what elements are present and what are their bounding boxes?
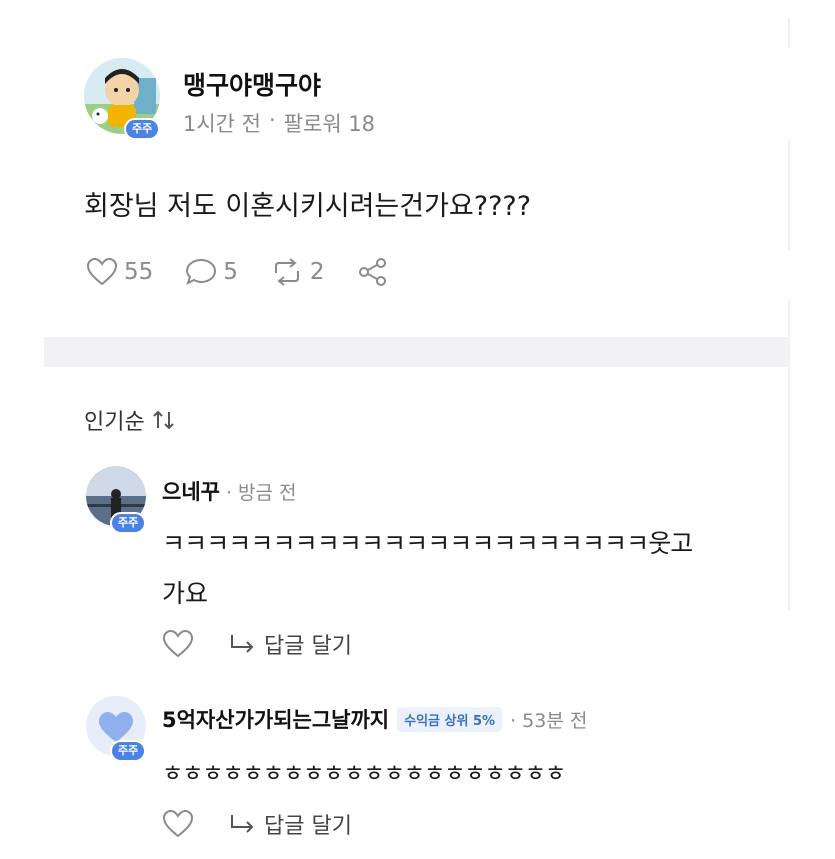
heart-icon[interactable]	[162, 809, 194, 839]
comment-header: 으네꾸 · 방금 전	[162, 476, 297, 506]
comment-time: · 방금 전	[225, 482, 297, 504]
post-text: 회장님 저도 이혼시키시려는건가요????	[84, 191, 532, 222]
comment-text-line: 가요	[162, 579, 209, 608]
post-meta: 1시간 전 · 팔로워 18	[183, 108, 375, 138]
reply-label: 답글 달기	[264, 814, 352, 839]
heart-icon	[86, 257, 118, 286]
rank-badge: 수익금 상위 5%	[397, 706, 503, 732]
comment-text-line: ㅎㅎㅎㅎㅎㅎㅎㅎㅎㅎㅎㅎㅎㅎㅎㅎㅎㅎㅎㅎ	[162, 761, 566, 787]
sort-label: 인기순	[84, 410, 145, 435]
repost-icon	[274, 258, 299, 286]
shareholder-badge: 주주	[110, 512, 147, 534]
comment-actions: 답글 달기	[162, 628, 352, 660]
repost-count: 2	[309, 259, 325, 285]
share-button[interactable]	[357, 256, 389, 288]
share-icon	[358, 258, 386, 286]
edge-line	[788, 18, 790, 48]
post-author-name[interactable]: 맹구야맹구야	[183, 66, 321, 102]
heart-icon[interactable]	[162, 629, 194, 659]
speech-bubble-icon	[186, 258, 217, 285]
comment-count: 5	[223, 259, 238, 285]
post-followers[interactable]: 팔로워 18	[284, 108, 375, 138]
sort-arrows-icon	[153, 410, 174, 430]
repost-button[interactable]: 2	[270, 257, 325, 287]
shareholder-badge: 주주	[110, 740, 147, 762]
comment-author-name[interactable]: 으네꾸	[162, 476, 220, 506]
edge-line	[788, 140, 790, 250]
comment-header: 5억자산가가되는그날까지 수익금 상위 5% · 53분 전	[162, 704, 587, 734]
reply-button[interactable]: 답글 달기	[228, 808, 352, 840]
comment-text-line: ㅋㅋㅋㅋㅋㅋㅋㅋㅋㅋㅋㅋㅋㅋㅋㅋㅋㅋㅋㅋㅋㅋ웃고	[162, 529, 693, 558]
reply-label: 답글 달기	[264, 634, 352, 659]
like-count: 55	[124, 259, 154, 285]
shareholder-badge: 주주	[124, 118, 161, 140]
comment-time: · 53분 전	[510, 709, 588, 732]
post-actions: 55 5 2	[86, 256, 389, 288]
post-time: 1시간 전	[183, 112, 261, 136]
reply-button[interactable]: 답글 달기	[228, 628, 352, 660]
meta-separator: ·	[269, 108, 276, 132]
comment-author-name[interactable]: 5억자산가가되는그날까지	[162, 704, 389, 734]
comment-actions: 답글 달기	[162, 808, 352, 840]
like-button[interactable]: 55	[86, 257, 153, 287]
comment-button[interactable]: 5	[185, 257, 238, 287]
reply-arrow-icon	[231, 635, 254, 653]
sort-toggle[interactable]: 인기순	[84, 404, 177, 436]
reply-arrow-icon	[231, 815, 254, 833]
section-divider	[44, 337, 789, 367]
